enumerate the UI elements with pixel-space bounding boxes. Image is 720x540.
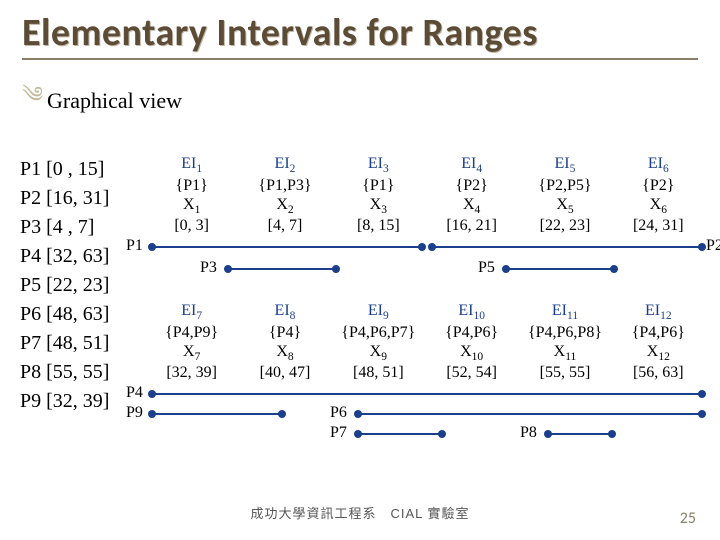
ei-header: EI2 [238,155,331,177]
range-p6: P6 [48, 63] [20,300,109,329]
range-p8: P8 [55, 55] [20,358,109,387]
ei-range: [22, 23] [518,217,611,236]
ei-header: EI10 [425,302,518,324]
ei-x: X5 [518,196,611,218]
seg-p5 [506,268,614,270]
range-p5: P5 [22, 23] [20,271,109,300]
seg-p3 [228,268,336,270]
ei-x: X2 [238,196,331,218]
ei-x: X1 [145,196,238,218]
seg-p9 [152,413,282,415]
page-title: Elementary Intervals for Ranges [22,10,698,60]
ei-x: X3 [332,196,425,218]
seg-label-p9: P9 [126,404,143,422]
ei-x: X9 [332,343,425,365]
ei-header: EI7 [145,302,238,324]
ei-header: EI11 [518,302,611,324]
ei-x: X10 [425,343,518,365]
bullet-text: Graphical view [47,88,182,114]
ei-header: EI12 [612,302,705,324]
range-p3: P3 [4 , 7] [20,213,109,242]
ei-x: X7 [145,343,238,365]
seg-label-p6: P6 [330,404,347,422]
ei-set: {P1,P3} [238,177,331,196]
seg-p8 [548,433,612,435]
ei-range: [0, 3] [145,217,238,236]
ei-set: {P4,P6,P8} [518,324,611,343]
ei-set: {P2} [612,177,705,196]
seg-p4 [152,393,702,395]
ei-set: {P2,P5} [518,177,611,196]
ei-range: [4, 7] [238,217,331,236]
seg-p1 [152,246,422,248]
ei-header: EI9 [332,302,425,324]
bullet-row: ༄ Graphical view [22,70,698,132]
ei-x: X8 [238,343,331,365]
page-number: 25 [680,509,696,528]
seg-label-p5: P5 [478,259,495,277]
ei-range: [48, 51] [332,364,425,383]
ei-x: X11 [518,343,611,365]
footer-text: 成功大學資訊工程系 CIAL 實驗室 [0,503,720,522]
ei-header: EI3 [332,155,425,177]
ei-set: {P4,P6} [425,324,518,343]
ei-header: EI4 [425,155,518,177]
range-p1: P1 [0 , 15] [20,155,109,184]
seg-p7 [358,433,442,435]
seg-label-p3: P3 [200,259,217,277]
ei-set: {P1} [332,177,425,196]
ei-range: [16, 21] [425,217,518,236]
swirl-icon: ༄ [22,70,43,132]
ei-range: [52, 54] [425,364,518,383]
ei-range: [55, 55] [518,364,611,383]
ei-grid-top: EI1EI2EI3EI4EI5EI6 {P1}{P1,P3}{P1}{P2}{P… [145,155,705,236]
seg-label-p7: P7 [330,424,347,442]
seg-p6 [358,413,702,415]
ei-range: [40, 47] [238,364,331,383]
ei-range: [56, 63] [612,364,705,383]
ei-set: {P4,P6} [612,324,705,343]
ei-x: X12 [612,343,705,365]
ei-set: {P4,P6,P7} [332,324,425,343]
seg-label-p8: P8 [520,424,537,442]
ei-header: EI1 [145,155,238,177]
ei-x: X4 [425,196,518,218]
range-p4: P4 [32, 63] [20,242,109,271]
seg-label-p2: P2 [706,237,720,255]
ei-set: {P1} [145,177,238,196]
ei-header: EI8 [238,302,331,324]
ei-set: {P4} [238,324,331,343]
range-p7: P7 [48, 51] [20,329,109,358]
seg-label-p4: P4 [126,384,143,402]
ei-grid-bottom: EI7EI8EI9EI10EI11EI12 {P4,P9}{P4}{P4,P6,… [145,302,705,383]
slide: Elementary Intervals for Ranges ༄ Graphi… [0,0,720,540]
ranges-column: P1 [0 , 15] P2 [16, 31] P3 [4 , 7] P4 [3… [20,155,109,416]
range-p2: P2 [16, 31] [20,184,109,213]
ei-set: {P4,P9} [145,324,238,343]
ei-range: [24, 31] [612,217,705,236]
seg-p2 [432,246,702,248]
ei-range: [32, 39] [145,364,238,383]
ei-range: [8, 15] [332,217,425,236]
ei-set: {P2} [425,177,518,196]
range-p9: P9 [32, 39] [20,387,109,416]
ei-header: EI6 [612,155,705,177]
seg-label-p1: P1 [126,237,143,255]
ei-x: X6 [612,196,705,218]
ei-header: EI5 [518,155,611,177]
